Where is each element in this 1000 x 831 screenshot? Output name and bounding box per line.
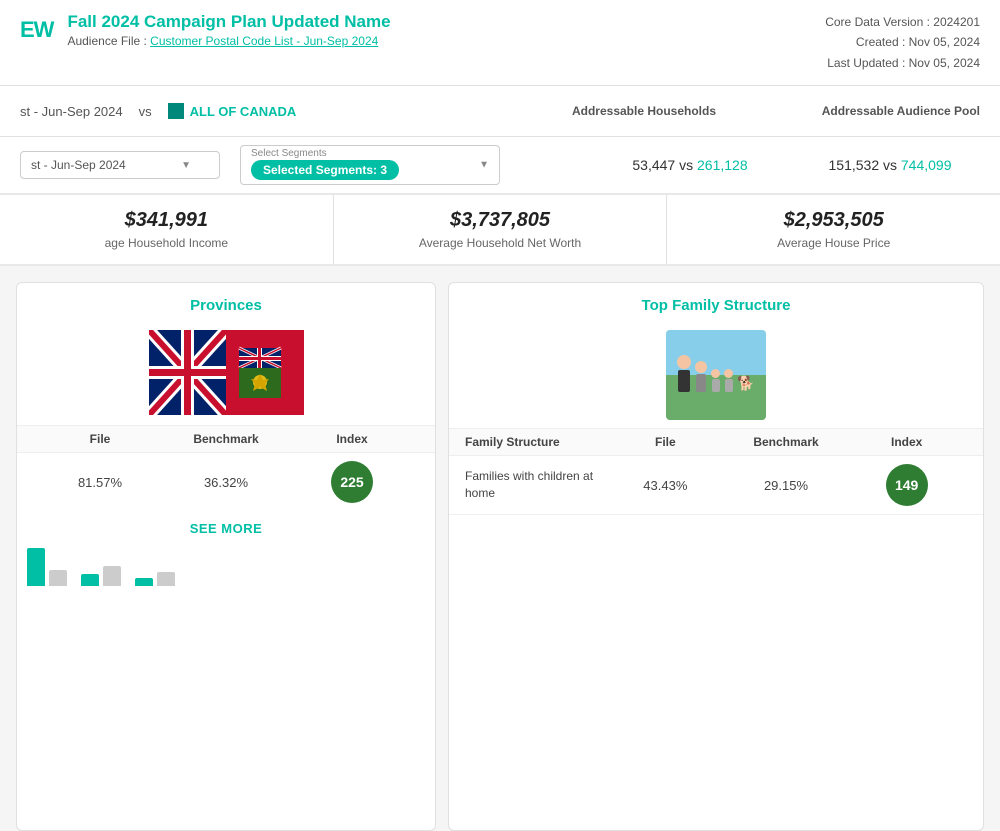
fth-structure: Family Structure [465, 435, 605, 449]
metric-net-worth-label: Average Household Net Worth [358, 236, 643, 250]
segments-select[interactable]: Select Segments Selected Segments: 3 ▼ [240, 145, 500, 185]
hh-file-value: 53,447 [632, 157, 675, 173]
mini-bar-chart [17, 546, 435, 586]
family-col-headers: Family Structure File Benchmark Index [449, 428, 983, 456]
addressable-households-label: Addressable Households [544, 94, 744, 128]
figure-adult-male [677, 355, 691, 392]
figure-body-child-2 [725, 379, 733, 392]
canada-label: ALL OF CANADA [190, 104, 297, 119]
pool-benchmark: 744,099 [901, 157, 952, 173]
core-data-version: Core Data Version : 2024201 [825, 12, 980, 32]
header-subtitle: Audience File : Customer Postal Code Lis… [67, 34, 390, 48]
bar-2 [81, 574, 99, 586]
created-date: Created : Nov 05, 2024 [825, 32, 980, 52]
metric-house-price-label: Average House Price [691, 236, 976, 250]
metric-house-price: $2,953,505 Average House Price [667, 195, 1000, 264]
figure-body-child-1 [712, 379, 720, 392]
addressable-households-stat: 53,447 vs 261,128 [600, 157, 780, 173]
see-more-button[interactable]: SEE MORE [17, 511, 435, 546]
provinces-table-row: 81.57% 36.32% 225 [17, 453, 435, 511]
fth-index: Index [846, 435, 967, 449]
chevron-down-icon: ▼ [181, 160, 191, 171]
metric-household-income-value: $341,991 [24, 209, 309, 232]
metric-household-income: $341,991 age Household Income [0, 195, 334, 264]
segments-pill: Selected Segments: 3 [251, 160, 399, 180]
figure-child-2 [724, 369, 733, 392]
family-file-value: 43.43% [605, 478, 726, 493]
family-figures: 🐕 [677, 355, 754, 396]
panel-provinces: Provinces [16, 282, 436, 831]
canada-color-box [168, 103, 184, 119]
family-photo: 🐕 [666, 330, 766, 420]
figure-head-child-1 [711, 369, 720, 378]
addressable-audience-pool-label: Addressable Audience Pool [760, 94, 980, 128]
audience-file-select[interactable]: st - Jun-Sep 2024 ▼ [20, 151, 220, 179]
th-index: Index [289, 432, 415, 446]
province-file-value: 81.57% [37, 475, 163, 490]
pool-file-value: 151,532 [829, 157, 880, 173]
province-index-value: 225 [289, 461, 415, 503]
fth-file: File [605, 435, 726, 449]
bar-benchmark-1 [49, 570, 67, 586]
figure-body-adult-female [696, 374, 706, 392]
province-index-badge: 225 [331, 461, 373, 503]
pool-stat-value: 151,532 vs 744,099 [829, 157, 952, 173]
th-file: File [37, 432, 163, 446]
flag-area [17, 320, 435, 425]
header-meta: Core Data Version : 2024201 Created : No… [825, 12, 980, 73]
figure-head-adult-female [695, 361, 707, 373]
family-index-value: 149 [846, 464, 967, 506]
hh-stat-value: 53,447 vs 261,128 [632, 157, 747, 173]
family-photo-area: 🐕 [449, 320, 983, 420]
figure-body-adult-male [678, 370, 690, 392]
addressable-pool-stat: 151,532 vs 744,099 [800, 157, 980, 173]
figure-child-1 [711, 369, 720, 392]
figure-adult-female [695, 361, 707, 392]
provinces-table-header: File Benchmark Index [17, 425, 435, 453]
header-left: EW Fall 2024 Campaign Plan Updated Name … [20, 12, 391, 48]
family-table-row: Families with children at home 43.43% 29… [449, 456, 983, 515]
bar-3 [135, 578, 153, 586]
figure-head-child-2 [724, 369, 733, 378]
subtitle-link[interactable]: Customer Postal Code List - Jun-Sep 2024 [150, 34, 378, 48]
chevron-down-icon-segments: ▼ [479, 160, 489, 171]
family-index-badge: 149 [886, 464, 928, 506]
family-benchmark-value: 29.15% [726, 478, 847, 493]
main-content: Provinces [0, 266, 1000, 831]
fth-benchmark: Benchmark [726, 435, 847, 449]
vs-label: vs [139, 104, 152, 119]
bar-benchmark-3 [157, 572, 175, 586]
header-title: Fall 2024 Campaign Plan Updated Name [67, 12, 390, 32]
figure-head-adult-male [677, 355, 691, 369]
metric-net-worth-value: $3,737,805 [358, 209, 643, 232]
audience-file-label: st - Jun-Sep 2024 [20, 104, 123, 119]
header-title-block: Fall 2024 Campaign Plan Updated Name Aud… [67, 12, 390, 48]
logo: EW [20, 17, 53, 43]
audience-file-select-value: st - Jun-Sep 2024 [31, 158, 126, 172]
header: EW Fall 2024 Campaign Plan Updated Name … [0, 0, 1000, 86]
metric-net-worth: $3,737,805 Average Household Net Worth [334, 195, 668, 264]
family-structure-value: Families with children at home [465, 468, 605, 502]
last-updated-date: Last Updated : Nov 05, 2024 [825, 53, 980, 73]
provinces-title: Provinces [17, 283, 435, 320]
hh-benchmark: 261,128 [697, 157, 748, 173]
th-benchmark: Benchmark [163, 432, 289, 446]
hh-vs: vs [679, 157, 697, 173]
province-benchmark-value: 36.32% [163, 475, 289, 490]
bar-1 [27, 548, 45, 586]
subtitle-prefix: Audience File : [67, 34, 150, 48]
panel-family: Top Family Structure [448, 282, 984, 831]
metric-household-income-label: age Household Income [24, 236, 309, 250]
select-segments-label: Select Segments [251, 148, 327, 159]
canada-badge: ALL OF CANADA [168, 103, 297, 119]
bar-benchmark-2 [103, 566, 121, 586]
ontario-flag [149, 330, 304, 415]
toolbar: st - Jun-Sep 2024 vs ALL OF CANADA Addre… [0, 86, 1000, 137]
metric-house-price-value: $2,953,505 [691, 209, 976, 232]
filter-row: st - Jun-Sep 2024 ▼ Select Segments Sele… [0, 137, 1000, 195]
pet-icon: 🐕 [737, 375, 754, 392]
family-structure-title: Top Family Structure [449, 283, 983, 320]
metrics-bar: $341,991 age Household Income $3,737,805… [0, 195, 1000, 266]
pool-vs: vs [883, 157, 901, 173]
